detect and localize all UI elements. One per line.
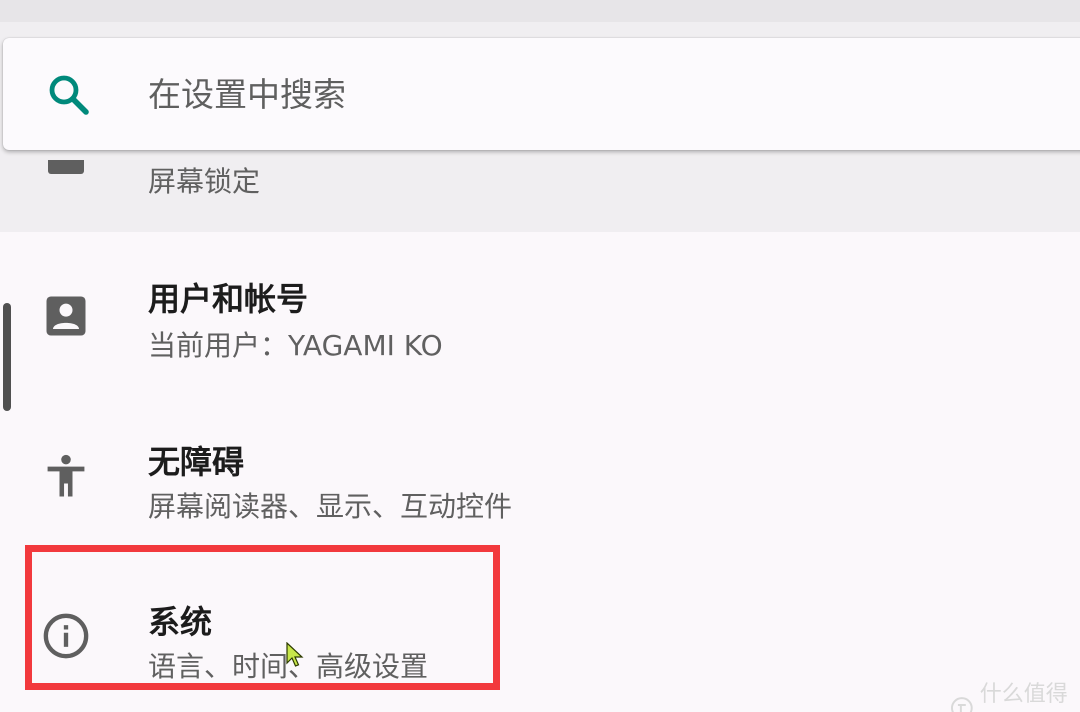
- mouse-cursor-icon: [286, 642, 304, 667]
- partial-item-subtitle: 屏幕锁定: [148, 165, 261, 198]
- settings-item-title: 用户和帐号: [148, 280, 309, 318]
- search-bar[interactable]: [3, 38, 1080, 150]
- settings-item-accessibility[interactable]: 无障碍 屏幕阅读器、显示、互动控件: [0, 405, 1080, 555]
- search-input[interactable]: [148, 64, 948, 124]
- top-strip: [0, 0, 1080, 22]
- settings-item-subtitle: 屏幕阅读器、显示、互动控件: [148, 490, 513, 523]
- accessibility-icon: [47, 454, 85, 497]
- watermark-logo-icon: [950, 697, 973, 712]
- watermark-text: 什么值得买: [979, 682, 1068, 707]
- watermark: 什么值得买: [950, 676, 1080, 712]
- settings-item-subtitle: 当前用户：YAGAMI KO: [148, 329, 443, 362]
- settings-item-users-accounts[interactable]: 用户和帐号 当前用户：YAGAMI KO: [0, 242, 1080, 392]
- settings-item-title: 无障碍: [148, 443, 245, 481]
- lock-screen-icon: [48, 160, 84, 174]
- account-box-icon: [46, 296, 86, 336]
- search-icon[interactable]: [45, 71, 93, 119]
- highlight-box: [25, 545, 500, 690]
